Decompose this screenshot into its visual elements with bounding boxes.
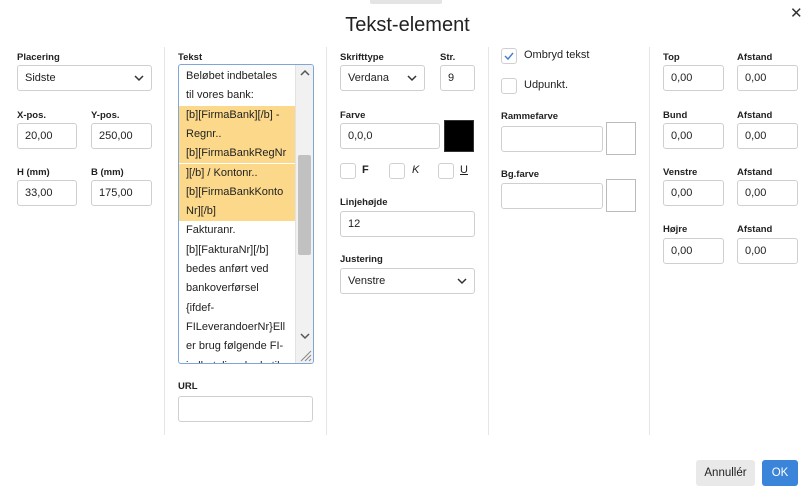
close-icon[interactable]: ✕ xyxy=(790,4,803,22)
width-input[interactable]: 175,00 xyxy=(91,180,152,206)
bottom-distance-input[interactable]: 0,00 xyxy=(737,123,798,149)
left-distance-input[interactable]: 0,00 xyxy=(737,180,798,206)
text-line: Regnr.. xyxy=(179,124,295,145)
line-height-label: Linjehøjde xyxy=(340,197,388,208)
left-label: Venstre xyxy=(663,167,698,178)
font-size-input[interactable]: 9 xyxy=(440,65,475,91)
placement-label: Placering xyxy=(17,52,60,63)
text-line: FILeverandoerNr}Ell xyxy=(186,320,286,333)
right-distance-input[interactable]: 0,00 xyxy=(737,238,798,264)
right-input[interactable]: 0,00 xyxy=(663,238,724,264)
width-label: B (mm) xyxy=(91,167,124,178)
font-family-value: Verdana xyxy=(348,72,389,84)
column-divider xyxy=(164,47,165,435)
text-line: [b][FakturaNr][/b] xyxy=(186,243,269,256)
right-distance-label: Afstand xyxy=(737,224,773,235)
text-line: {ifdef- xyxy=(186,301,215,314)
ok-button[interactable]: OK xyxy=(762,460,798,486)
align-label: Justering xyxy=(340,254,383,265)
color-input[interactable]: 0,0,0 xyxy=(340,123,440,149)
frame-color-input[interactable] xyxy=(501,126,603,152)
text-line: indbetalingskode til xyxy=(179,357,295,364)
xpos-label: X-pos. xyxy=(17,110,47,121)
dialog-title: Tekst-element xyxy=(345,14,470,36)
italic-checkbox[interactable] xyxy=(389,163,405,179)
ypos-label: Y-pos. xyxy=(91,110,120,121)
resize-grip-icon[interactable] xyxy=(298,348,312,362)
bg-color-input[interactable] xyxy=(501,183,603,209)
font-family-label: Skrifttype xyxy=(340,52,384,63)
text-editor-content[interactable]: Beløbet indbetales til vores bank: [b][Fir… xyxy=(179,65,295,363)
underline-label: U xyxy=(460,164,468,176)
url-input[interactable] xyxy=(178,396,313,422)
text-line: bankoverførsel xyxy=(186,282,259,295)
chevron-down-icon xyxy=(407,75,417,82)
italic-label: K xyxy=(412,164,420,176)
cancel-button[interactable]: Annullér xyxy=(696,460,755,486)
font-size-label: Str. xyxy=(440,52,456,63)
height-label: H (mm) xyxy=(17,167,50,178)
bottom-input[interactable]: 0,00 xyxy=(663,123,724,149)
line-height-input[interactable]: 12 xyxy=(340,211,475,237)
placement-value: Sidste xyxy=(25,72,56,84)
bg-color-swatch[interactable] xyxy=(606,179,636,212)
xpos-input[interactable]: 20,00 xyxy=(17,123,77,149)
wrap-label: Ombryd tekst xyxy=(524,49,590,61)
bold-label: F xyxy=(362,164,369,176)
drag-handle[interactable] xyxy=(370,0,442,4)
placement-select[interactable]: Sidste xyxy=(17,65,152,91)
color-swatch[interactable] xyxy=(444,120,474,152)
align-value: Venstre xyxy=(348,275,386,287)
top-input[interactable]: 0,00 xyxy=(663,65,724,91)
frame-color-label: Rammefarve xyxy=(501,111,559,122)
column-divider xyxy=(488,47,489,435)
bottom-label: Bund xyxy=(663,110,688,121)
frame-color-swatch[interactable] xyxy=(606,122,636,155)
ypos-input[interactable]: 250,00 xyxy=(91,123,152,149)
chevron-down-icon xyxy=(134,75,144,82)
font-family-select[interactable]: Verdana xyxy=(340,65,425,91)
text-line: [b][FirmaBankRegNr xyxy=(179,144,295,164)
text-line: [b][FirmaBankKonto xyxy=(179,182,295,203)
text-line: bedes anført ved xyxy=(186,263,269,275)
bg-color-label: Bg.farve xyxy=(501,169,540,180)
bottom-distance-label: Afstand xyxy=(737,110,773,121)
underline-checkbox[interactable] xyxy=(438,163,454,179)
text-label: Tekst xyxy=(178,52,203,63)
chevron-up-icon[interactable] xyxy=(299,68,311,78)
text-line: Nr][/b] xyxy=(179,202,295,222)
column-divider xyxy=(649,47,650,435)
text-line: ][/b] / Kontonr.. xyxy=(179,163,295,183)
bold-checkbox[interactable] xyxy=(340,163,356,179)
text-line: [b][FirmaBank][/b] - xyxy=(179,105,295,125)
url-label: URL xyxy=(178,381,198,392)
color-label: Farve xyxy=(340,110,366,121)
point-checkbox[interactable] xyxy=(501,78,517,94)
height-input[interactable]: 33,00 xyxy=(17,180,77,206)
text-editor[interactable]: Beløbet indbetales til vores bank: [b][Fir… xyxy=(178,64,314,364)
chevron-down-icon[interactable] xyxy=(299,331,311,341)
text-line: Beløbet indbetales xyxy=(186,70,278,82)
top-distance-label: Afstand xyxy=(737,52,773,63)
scrollbar-thumb[interactable] xyxy=(298,155,311,255)
text-line: er brug følgende FI- xyxy=(186,340,284,353)
text-line: til vores bank: xyxy=(186,89,254,102)
column-divider xyxy=(326,47,327,435)
text-scrollbar[interactable] xyxy=(295,65,313,363)
top-label: Top xyxy=(663,52,680,63)
check-icon xyxy=(504,52,514,61)
right-label: Højre xyxy=(663,224,688,235)
top-distance-input[interactable]: 0,00 xyxy=(737,65,798,91)
left-distance-label: Afstand xyxy=(737,167,773,178)
text-line: Fakturanr. xyxy=(186,224,236,237)
point-label: Udpunkt. xyxy=(524,79,569,91)
left-input[interactable]: 0,00 xyxy=(663,180,724,206)
chevron-down-icon xyxy=(457,278,467,285)
align-select[interactable]: Venstre xyxy=(340,268,475,294)
